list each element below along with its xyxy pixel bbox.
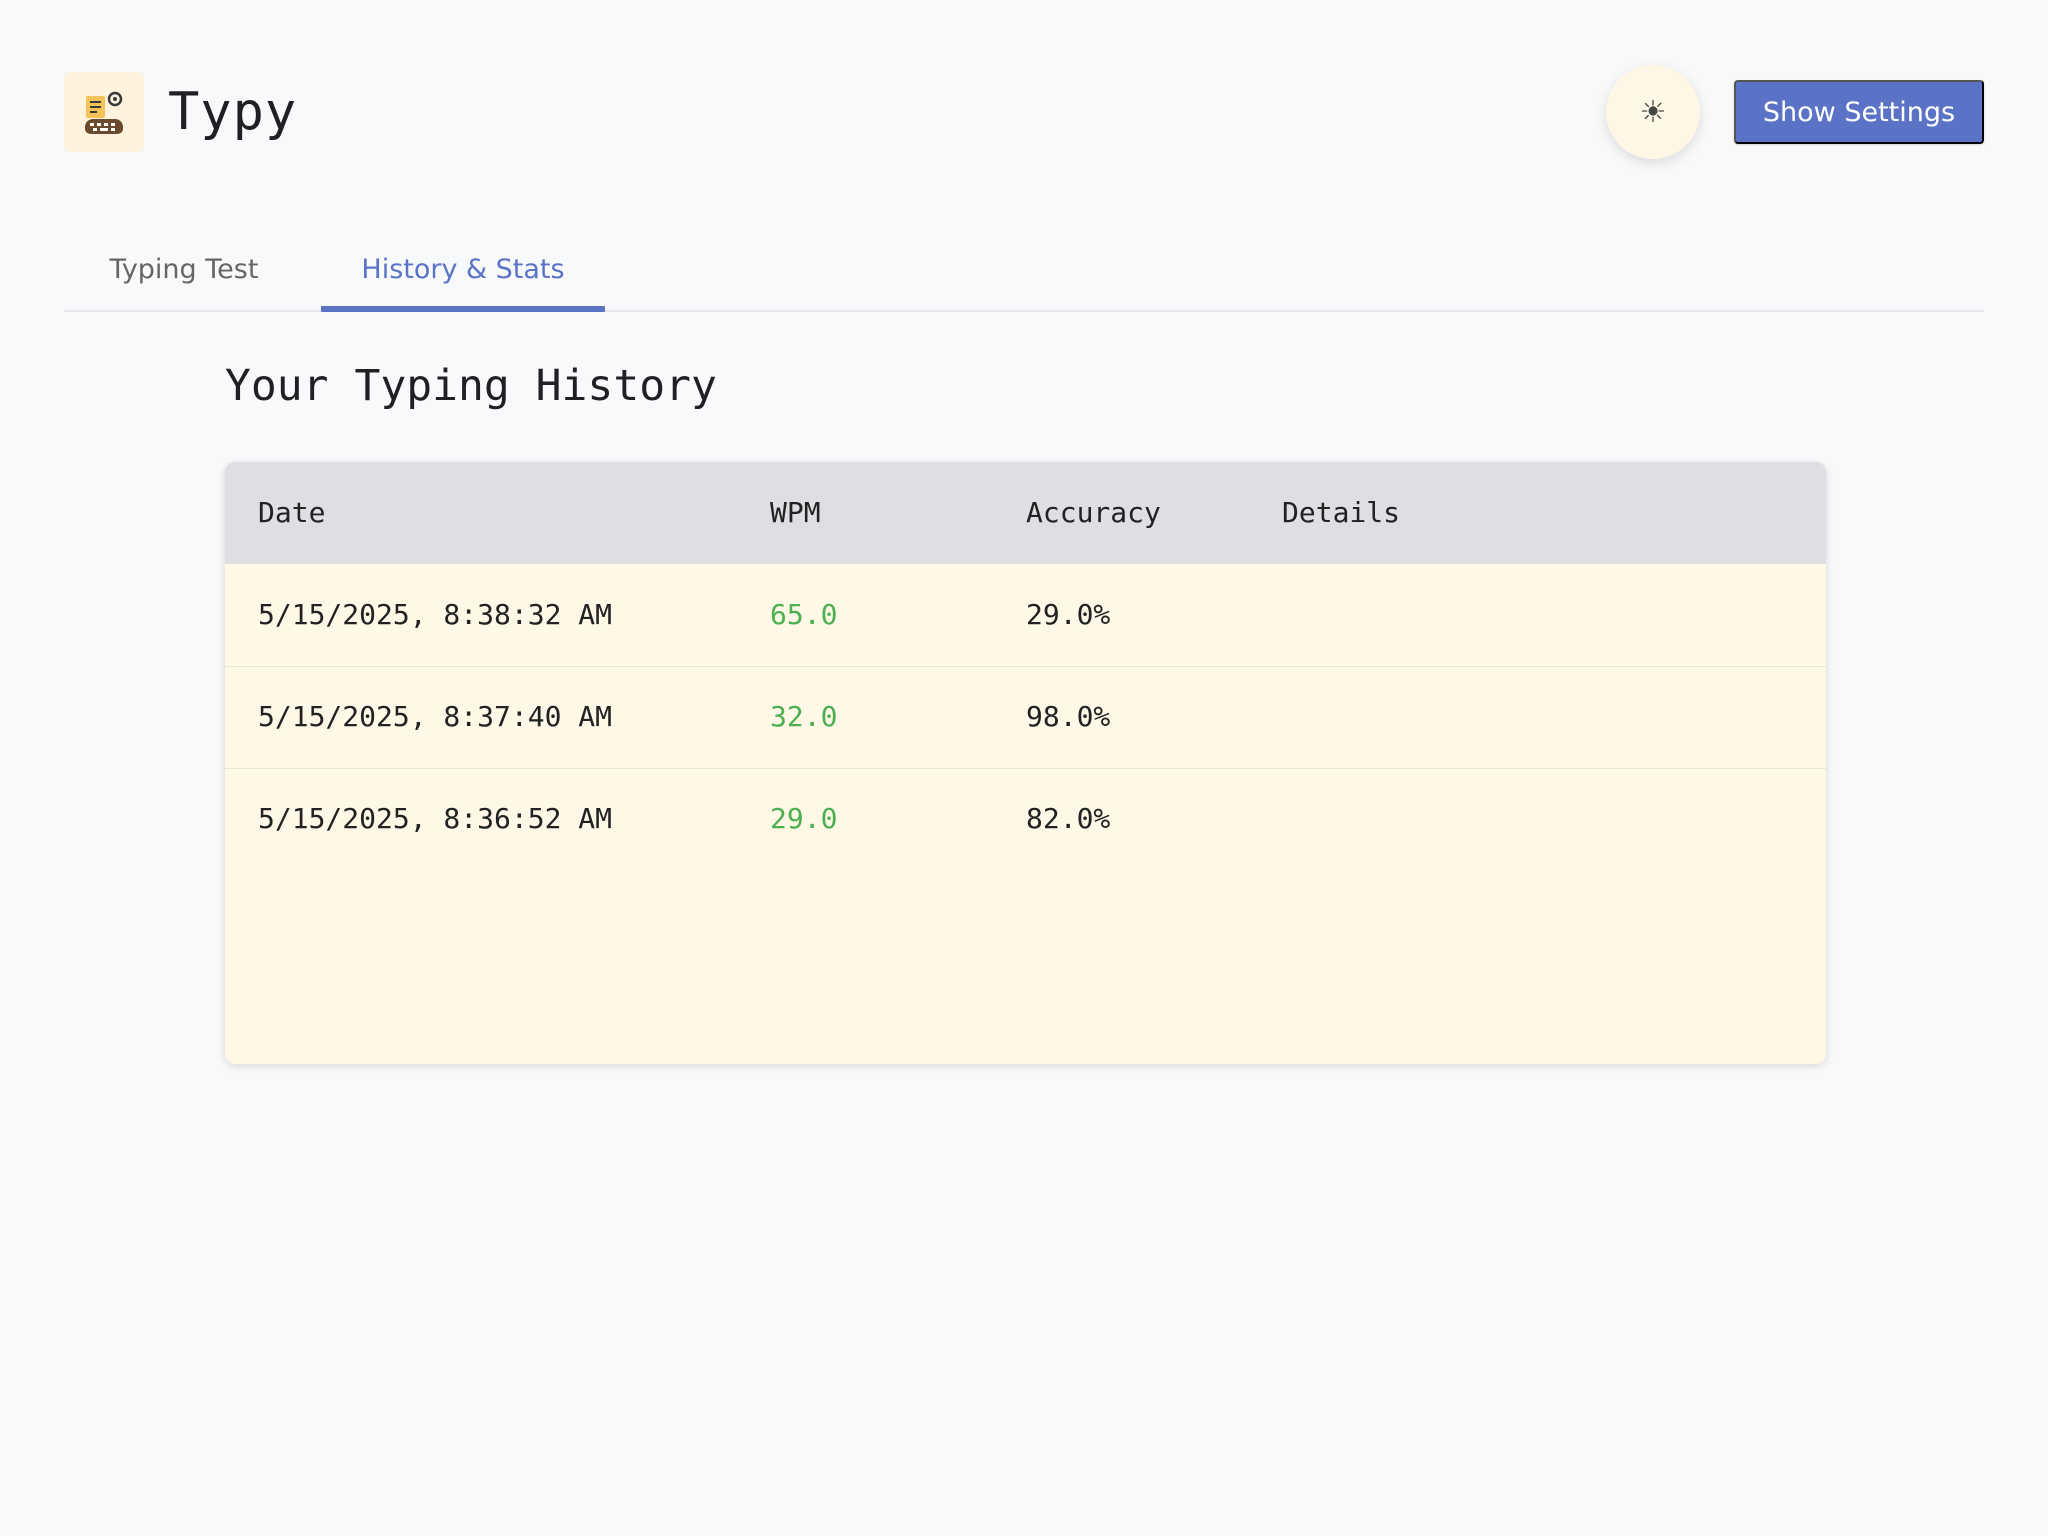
row-date: 5/15/2025, 8:38:32 AM bbox=[258, 598, 613, 631]
row-date: 5/15/2025, 8:36:52 AM bbox=[258, 802, 613, 835]
keyboard-gear-icon bbox=[85, 91, 123, 134]
app-logo bbox=[64, 72, 144, 152]
history-title: Your Typing History bbox=[225, 361, 717, 411]
app-header: Typy ☀ Show Settings bbox=[64, 65, 1984, 159]
main-tabs: Typing Test History & Stats bbox=[64, 228, 1984, 312]
sun-icon: ☀ bbox=[1639, 94, 1667, 130]
row-wpm: 65.0 bbox=[770, 598, 838, 631]
show-settings-button[interactable]: Show Settings bbox=[1734, 80, 1984, 144]
table-row: 5/15/2025, 8:38:32 AM 65.0 29.0% bbox=[225, 564, 1826, 667]
theme-toggle-button[interactable]: ☀ bbox=[1606, 65, 1700, 159]
column-header-date: Date bbox=[258, 496, 326, 529]
app-title: Typy bbox=[168, 82, 298, 142]
tab-history-stats[interactable]: History & Stats bbox=[321, 228, 605, 312]
table-row: 5/15/2025, 8:37:40 AM 32.0 98.0% bbox=[225, 666, 1826, 769]
row-wpm: 29.0 bbox=[770, 802, 838, 835]
column-header-accuracy: Accuracy bbox=[1026, 496, 1161, 529]
column-header-wpm: WPM bbox=[770, 496, 821, 529]
column-header-details: Details bbox=[1282, 496, 1401, 529]
row-accuracy: 29.0% bbox=[1026, 598, 1111, 631]
row-date: 5/15/2025, 8:37:40 AM bbox=[258, 700, 613, 733]
row-wpm: 32.0 bbox=[770, 700, 838, 733]
tab-typing-test[interactable]: Typing Test bbox=[64, 228, 304, 310]
history-table: Date WPM Accuracy Details 5/15/2025, 8:3… bbox=[225, 462, 1826, 1064]
table-header: Date WPM Accuracy Details bbox=[225, 462, 1826, 564]
row-accuracy: 98.0% bbox=[1026, 700, 1111, 733]
row-accuracy: 82.0% bbox=[1026, 802, 1111, 835]
table-row: 5/15/2025, 8:36:52 AM 29.0 82.0% bbox=[225, 768, 1826, 870]
